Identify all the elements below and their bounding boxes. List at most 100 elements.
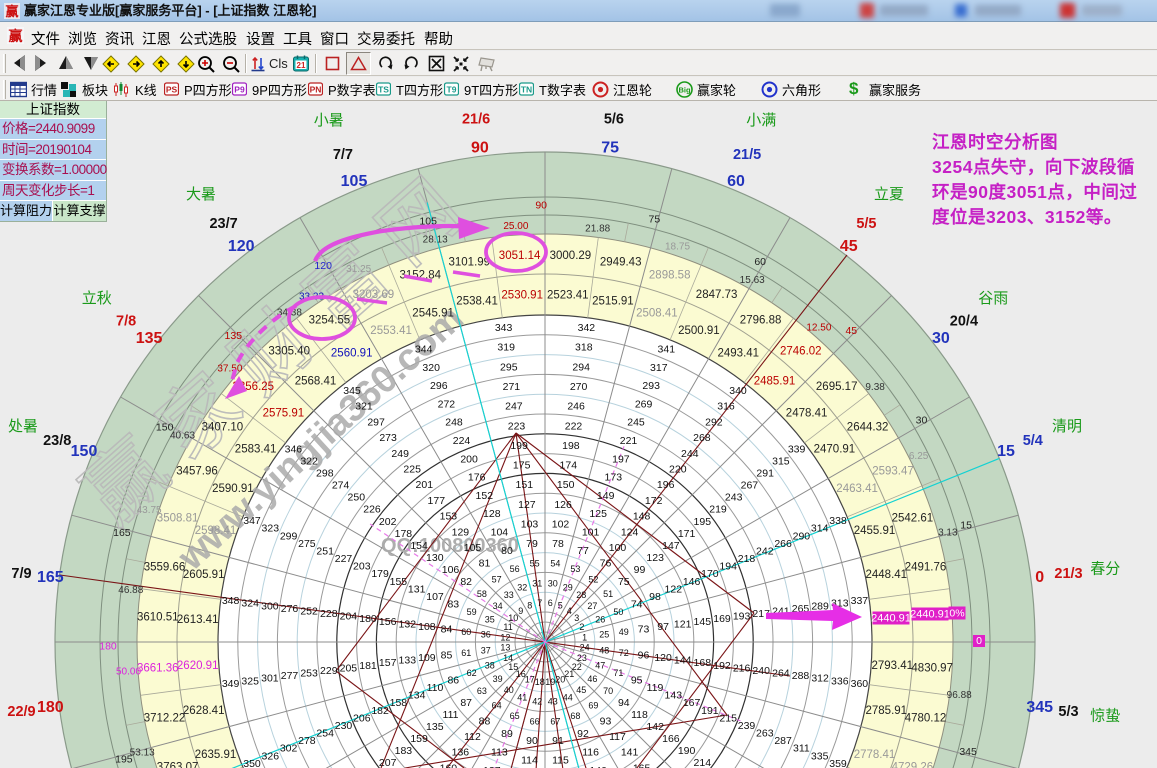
svg-text:15: 15 <box>960 520 972 532</box>
svg-text:3763.07: 3763.07 <box>157 762 199 768</box>
svg-text:4780.12: 4780.12 <box>905 713 947 725</box>
svg-text:2440.91: 2440.91 <box>910 609 950 621</box>
svg-text:196: 196 <box>657 479 675 491</box>
svg-text:41: 41 <box>517 693 527 703</box>
svg-text:300: 300 <box>261 600 279 612</box>
svg-text:206: 206 <box>353 712 371 724</box>
svg-text:245: 245 <box>627 417 645 429</box>
svg-text:2796.88: 2796.88 <box>740 314 782 326</box>
svg-text:59: 59 <box>467 607 477 617</box>
svg-text:174: 174 <box>560 460 578 472</box>
svg-text:180: 180 <box>99 640 117 652</box>
svg-text:2613.41: 2613.41 <box>177 614 219 626</box>
svg-text:290: 290 <box>793 530 811 542</box>
svg-text:小满: 小满 <box>746 112 776 129</box>
svg-text:45: 45 <box>840 238 858 255</box>
svg-text:24: 24 <box>580 643 590 653</box>
svg-text:203: 203 <box>353 561 371 573</box>
svg-text:345: 345 <box>959 746 977 758</box>
svg-text:21/5: 21/5 <box>733 147 761 163</box>
svg-text:323: 323 <box>262 523 280 535</box>
svg-text:TN: TN <box>521 85 532 95</box>
svg-text:274: 274 <box>332 480 350 492</box>
svg-text:2746.02: 2746.02 <box>780 345 822 357</box>
svg-text:3051.14: 3051.14 <box>499 250 541 262</box>
svg-text:90: 90 <box>471 139 489 156</box>
svg-text:102: 102 <box>552 518 570 530</box>
svg-text:4: 4 <box>567 606 572 616</box>
svg-text:2553.41: 2553.41 <box>370 325 412 337</box>
svg-text:226: 226 <box>363 504 381 516</box>
svg-text:150: 150 <box>71 443 98 460</box>
svg-text:248: 248 <box>445 417 463 429</box>
svg-text:25: 25 <box>599 630 609 640</box>
svg-text:253: 253 <box>300 668 318 680</box>
svg-text:2491.76: 2491.76 <box>905 561 947 573</box>
svg-text:360: 360 <box>851 678 869 690</box>
svg-text:Big: Big <box>678 86 691 95</box>
svg-text:297: 297 <box>367 416 385 428</box>
svg-text:25.00: 25.00 <box>503 221 528 232</box>
svg-text:157: 157 <box>379 657 397 669</box>
svg-text:207: 207 <box>379 757 397 768</box>
svg-text:37: 37 <box>481 645 491 655</box>
svg-text:T9: T9 <box>447 85 457 95</box>
svg-text:大暑: 大暑 <box>186 186 216 203</box>
svg-text:60: 60 <box>754 256 766 268</box>
svg-text:4729.26: 4729.26 <box>892 762 934 768</box>
svg-text:271: 271 <box>503 381 521 393</box>
svg-text:21: 21 <box>297 61 306 70</box>
svg-text:345: 345 <box>343 385 361 397</box>
svg-text:169: 169 <box>713 613 731 625</box>
svg-text:101: 101 <box>582 527 600 539</box>
svg-text:118: 118 <box>631 709 648 721</box>
svg-text:32: 32 <box>517 582 527 592</box>
svg-text:42: 42 <box>532 697 542 707</box>
svg-text:82: 82 <box>460 576 472 588</box>
svg-text:205: 205 <box>340 662 358 674</box>
svg-text:123: 123 <box>646 552 664 564</box>
svg-text:30: 30 <box>932 330 950 347</box>
svg-text:3305.40: 3305.40 <box>268 345 310 357</box>
svg-text:2898.58: 2898.58 <box>649 270 691 282</box>
svg-text:PN: PN <box>310 85 322 95</box>
svg-text:89: 89 <box>501 728 513 740</box>
svg-text:95: 95 <box>631 675 643 687</box>
svg-text:2470.91: 2470.91 <box>814 444 856 456</box>
svg-text:249: 249 <box>391 448 409 460</box>
svg-text:215: 215 <box>719 712 737 724</box>
svg-text:183: 183 <box>395 745 413 757</box>
svg-text:315: 315 <box>772 456 790 468</box>
svg-text:63: 63 <box>477 686 487 696</box>
svg-text:26: 26 <box>595 615 605 625</box>
svg-text:3: 3 <box>574 613 579 623</box>
svg-text:23/7: 23/7 <box>209 216 237 232</box>
svg-text:0%: 0% <box>949 608 964 620</box>
svg-text:195: 195 <box>694 516 712 528</box>
svg-text:320: 320 <box>422 362 440 374</box>
svg-text:135: 135 <box>225 330 243 342</box>
svg-text:3610.51: 3610.51 <box>137 612 179 624</box>
svg-text:36: 36 <box>481 630 491 640</box>
svg-text:72: 72 <box>619 648 629 658</box>
svg-text:221: 221 <box>620 435 638 447</box>
svg-text:197: 197 <box>612 453 630 465</box>
svg-text:125: 125 <box>589 508 607 520</box>
svg-text:349: 349 <box>222 678 240 690</box>
svg-text:229: 229 <box>320 665 338 677</box>
svg-text:167: 167 <box>683 697 701 709</box>
svg-text:119: 119 <box>647 682 664 694</box>
svg-text:180: 180 <box>37 699 64 716</box>
svg-text:51: 51 <box>603 589 613 599</box>
svg-text:244: 244 <box>681 448 699 460</box>
svg-text:68: 68 <box>570 711 580 721</box>
svg-text:277: 277 <box>281 670 299 682</box>
svg-text:112: 112 <box>464 731 481 743</box>
svg-text:273: 273 <box>379 432 397 444</box>
svg-text:220: 220 <box>669 464 687 476</box>
svg-text:98: 98 <box>649 591 661 603</box>
svg-text:278: 278 <box>298 735 316 747</box>
svg-text:222: 222 <box>565 420 583 432</box>
svg-text:128: 128 <box>483 508 501 520</box>
svg-text:134: 134 <box>408 690 426 702</box>
